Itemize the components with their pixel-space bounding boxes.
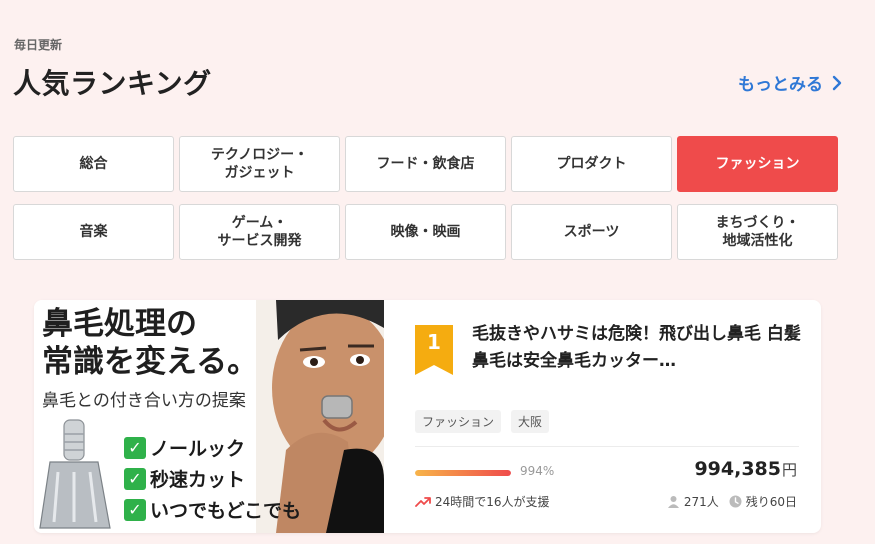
tag-osaka[interactable]: 大阪 [511,410,550,433]
daily-update-label: 毎日更新 [14,38,63,52]
project-title-link[interactable]: 毛抜きやハサミは危険！飛び出し鼻毛 白髪鼻毛は安全鼻毛カッター… [472,321,802,375]
rank-number: 1 [427,330,441,354]
supporter-trend: 24時間で16人が支援 [415,493,550,510]
feature-item: ✓ ノールック [124,432,301,463]
supporter-count-value: 271人 [683,495,719,509]
category-tab-fashion[interactable]: ファッション [677,136,838,192]
project-tags: ファッション 大阪 [415,410,550,433]
category-tab-game-service[interactable]: ゲーム・ サービス開発 [179,204,340,260]
see-more-link[interactable]: もっとみる [738,70,843,95]
thumbnail-subheading: 鼻毛との付き合い方の提案 [42,391,246,411]
nose-trimmer-product-image [39,419,111,529]
category-tab-community-development[interactable]: まちづくり・ 地域活性化 [677,204,838,260]
currency-unit: 円 [781,461,797,479]
category-tab-technology-gadget[interactable]: テクノロジー・ ガジェット [179,136,340,192]
days-remaining: 残り60日 [729,493,797,510]
days-remaining-value: 残り60日 [745,495,797,509]
category-tab-product[interactable]: プロダクト [511,136,672,192]
checkmark-icon: ✓ [124,436,146,459]
category-tab-overall[interactable]: 総合 [13,136,174,192]
feature-item: ✓ 秒速カット [124,463,301,494]
ranking-card[interactable]: 鼻毛処理の 常識を変える。 鼻毛との付き合い方の提案 ✓ ノールック ✓ 秒速カット… [34,300,821,533]
thumbnail-feature-list: ✓ ノールック ✓ 秒速カット ✓ いつでもどこでも [124,432,301,525]
funding-amount-value: 994,385 [694,458,781,480]
category-tab-sports[interactable]: スポーツ [511,204,672,260]
category-tabs: 総合 テクノロジー・ ガジェット フード・飲食店 プロダクト ファッション 音楽… [13,136,838,260]
funding-percent: 994% [520,464,555,478]
supporter-count: 271人 [667,493,719,510]
tag-fashion[interactable]: ファッション [415,410,502,433]
page-title: 人気ランキング [13,67,212,100]
thumbnail-headline: 鼻毛処理の 常識を変える。 [42,306,259,380]
see-more-label: もっとみる [738,75,823,95]
chevron-right-icon [832,75,842,90]
funding-amount: 994,385円 [694,458,797,480]
divider [415,446,799,447]
category-tab-film-video[interactable]: 映像・映画 [345,204,506,260]
checkmark-icon: ✓ [124,498,146,521]
funding-progress-fill [415,470,511,476]
checkmark-icon: ✓ [124,467,146,490]
feature-item: ✓ いつでもどこでも [124,494,301,525]
category-tab-music[interactable]: 音楽 [13,204,174,260]
trend-text: 24時間で16人が支援 [435,495,550,509]
project-meta: 271人 残り60日 [667,493,797,510]
project-thumbnail[interactable]: 鼻毛処理の 常識を変える。 鼻毛との付き合い方の提案 ✓ ノールック ✓ 秒速カット… [34,300,384,533]
person-icon [667,496,679,508]
trending-up-icon [415,496,431,507]
category-tab-food-restaurant[interactable]: フード・飲食店 [345,136,506,192]
clock-icon [729,495,742,508]
funding-progress-bar [415,470,511,476]
